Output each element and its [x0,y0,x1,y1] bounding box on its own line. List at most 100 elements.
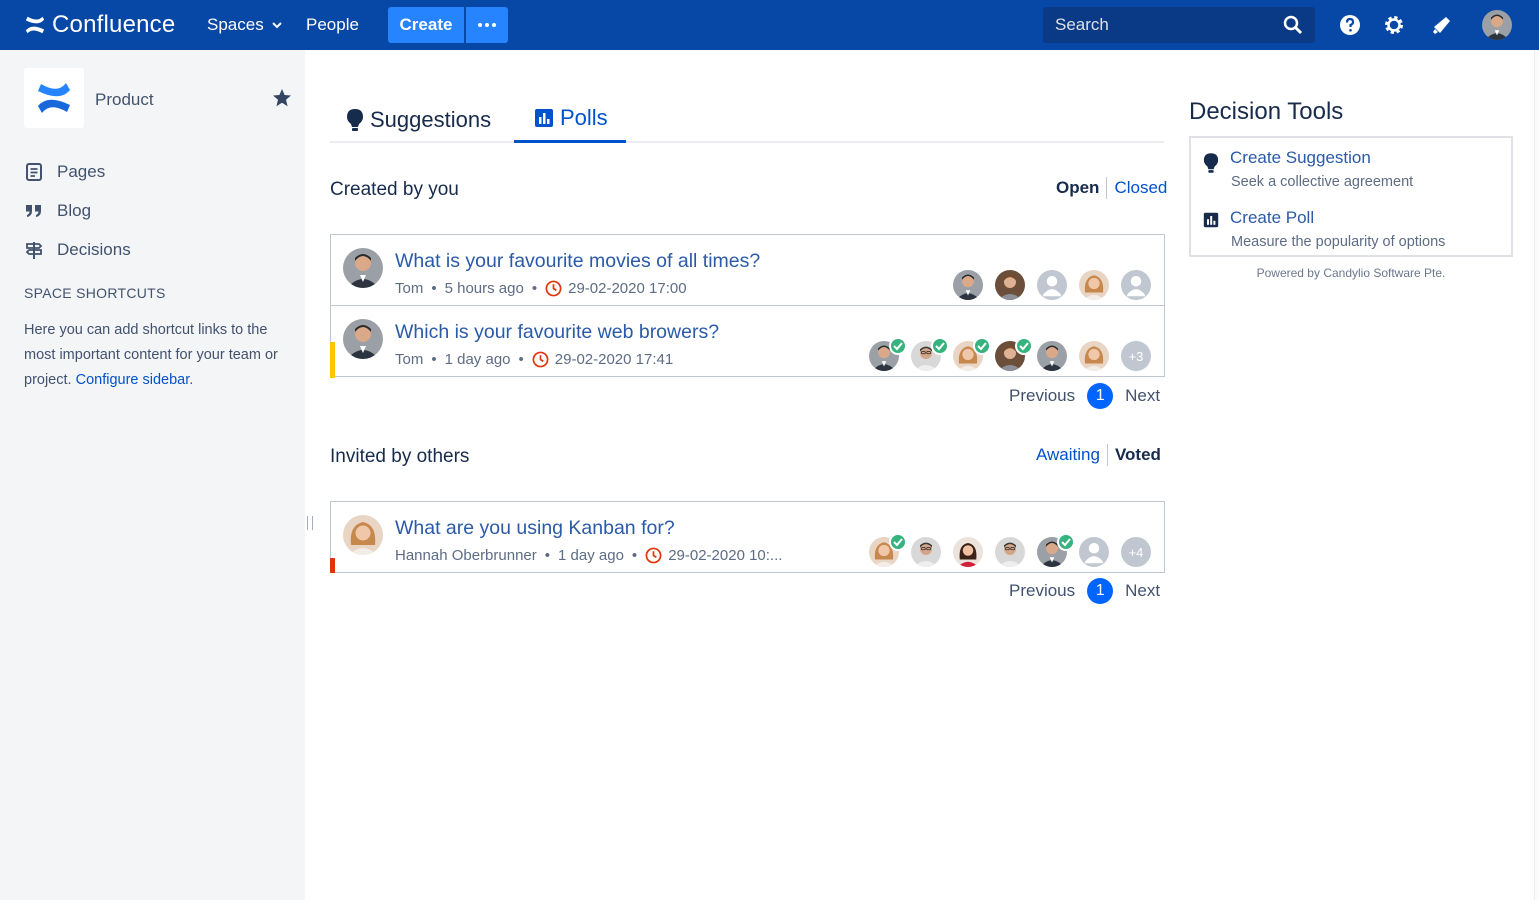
configure-sidebar-link[interactable]: Configure sidebar [76,372,190,388]
poll-card[interactable]: Which is your favourite web browers? Tom… [330,305,1165,378]
voted-check-icon [889,337,907,355]
create-suggestion-title: Create Suggestion [1230,148,1371,167]
voted-check-icon [1057,533,1075,551]
create-button[interactable]: Create [388,7,464,43]
voter-avatar-placeholder [1079,537,1109,567]
poll-title-link[interactable]: Which is your favourite web browers? [395,321,719,344]
people-link[interactable]: People [306,15,359,35]
poll-deadline: 29-02-2020 10:... [668,547,783,564]
voted-check-icon [1015,337,1033,355]
search-box[interactable] [1043,7,1315,43]
search-icon[interactable] [1283,15,1303,35]
space-shortcuts-description: Here you can add shortcut links to the m… [24,322,278,388]
settings-gear-icon[interactable] [1383,14,1405,36]
poll-title-link[interactable]: What is your favourite movies of all tim… [395,250,760,273]
sidebar-item-decisions[interactable]: Decisions [24,240,131,260]
author-avatar [343,319,383,359]
current-page-number[interactable]: 1 [1087,578,1114,604]
poll-status-stripe [330,558,335,573]
bar-chart-icon [535,109,553,127]
poll-created-ago: 5 hours ago [444,280,524,297]
poll-card[interactable]: What are you using Kanban for? Hannah Ob… [330,501,1165,573]
poll-meta: Tom • 5 hours ago • 29-02-2020 17:00 [395,280,687,297]
filter-awaiting[interactable]: Awaiting [1036,445,1100,465]
author-avatar [343,515,383,555]
voter-avatar [911,537,941,567]
logo-text: Confluence [52,11,176,38]
author-avatar [343,248,383,288]
space-logo[interactable] [24,68,84,128]
signpost-icon [25,242,43,259]
voter-avatar [1079,270,1109,300]
poll-title-link[interactable]: What are you using Kanban for? [395,517,675,540]
more-voters-count[interactable]: +4 [1121,537,1151,567]
sidebar-item-blog[interactable]: Blog [24,201,91,221]
powered-by-text: Powered by Candylio Software Pte. [1256,266,1446,280]
previous-page-button[interactable]: Previous [1009,581,1075,601]
create-suggestion-subtitle: Seek a collective agreement [1231,174,1414,190]
poll-deadline: 29-02-2020 17:00 [568,280,687,297]
voted-check-icon [973,337,991,355]
ellipsis-icon [478,23,482,27]
voter-avatar [953,537,983,567]
chevron-down-icon [271,22,282,29]
lightbulb-icon [347,108,363,131]
created-pagination: Previous 1 Next [1009,383,1160,409]
poll-created-ago: 1 day ago [444,351,511,368]
sidebar-item-pages[interactable]: Pages [24,162,105,182]
more-create-button[interactable] [466,7,508,43]
poll-status-stripe [330,342,335,378]
voter-avatar-placeholder [1037,270,1067,300]
voter-avatar [1037,341,1067,371]
star-icon[interactable] [272,88,292,108]
right-edge-border [1534,50,1539,900]
filter-closed[interactable]: Closed [1114,178,1167,198]
current-page-number[interactable]: 1 [1087,383,1114,409]
voter-avatar [953,270,983,300]
voted-check-icon [889,533,907,551]
spaces-menu[interactable]: Spaces [207,15,282,35]
more-voters-count[interactable]: +3 [1121,341,1151,371]
decision-tools-heading: Decision Tools [1189,98,1344,125]
next-page-button[interactable]: Next [1125,386,1160,406]
poll-author: Tom [395,280,424,297]
confluence-logo[interactable]: Confluence [24,10,175,40]
voted-check-icon [931,337,949,355]
space-name[interactable]: Product [95,90,154,110]
help-icon[interactable] [1339,14,1361,36]
search-input[interactable] [1055,15,1275,35]
sidebar-resize-handle[interactable] [307,516,313,530]
poll-card[interactable]: What is your favourite movies of all tim… [330,234,1165,306]
user-avatar[interactable] [1482,10,1512,40]
clock-icon [545,280,562,297]
tab-suggestions[interactable]: Suggestions [346,96,491,143]
filter-divider [1106,444,1108,466]
invited-status-filter: Awaiting Voted [1036,444,1161,466]
poll-author: Tom [395,351,424,368]
previous-page-button[interactable]: Previous [1009,386,1075,406]
quote-icon [26,205,41,217]
filter-divider [1106,177,1108,199]
notifications-megaphone-icon[interactable] [1431,14,1453,36]
filter-voted[interactable]: Voted [1115,445,1161,465]
clock-icon [532,351,549,368]
tab-polls[interactable]: Polls [514,96,626,143]
next-page-button[interactable]: Next [1125,581,1160,601]
decision-tabs: Suggestions Polls [330,96,1164,143]
filter-open[interactable]: Open [1056,178,1099,198]
people-label: People [306,15,359,34]
voter-avatars [953,270,1153,300]
top-nav: Confluence Spaces People Create [0,0,1539,50]
created-status-filter: Open Closed [1056,177,1167,199]
clock-icon [645,547,662,564]
lightbulb-icon [1203,153,1219,173]
confluence-logo-icon [25,16,45,34]
space-shortcuts-heading: SPACE SHORTCUTS [24,285,166,301]
spaces-label: Spaces [207,15,264,34]
voter-avatar [995,270,1025,300]
poll-meta: Tom • 1 day ago • 29-02-2020 17:41 [395,351,674,368]
voter-avatars: +3 [869,337,1159,371]
invited-by-others-heading: Invited by others [330,446,470,467]
poll-author: Hannah Oberbrunner [395,547,537,564]
create-poll-subtitle: Measure the popularity of options [1231,234,1446,250]
